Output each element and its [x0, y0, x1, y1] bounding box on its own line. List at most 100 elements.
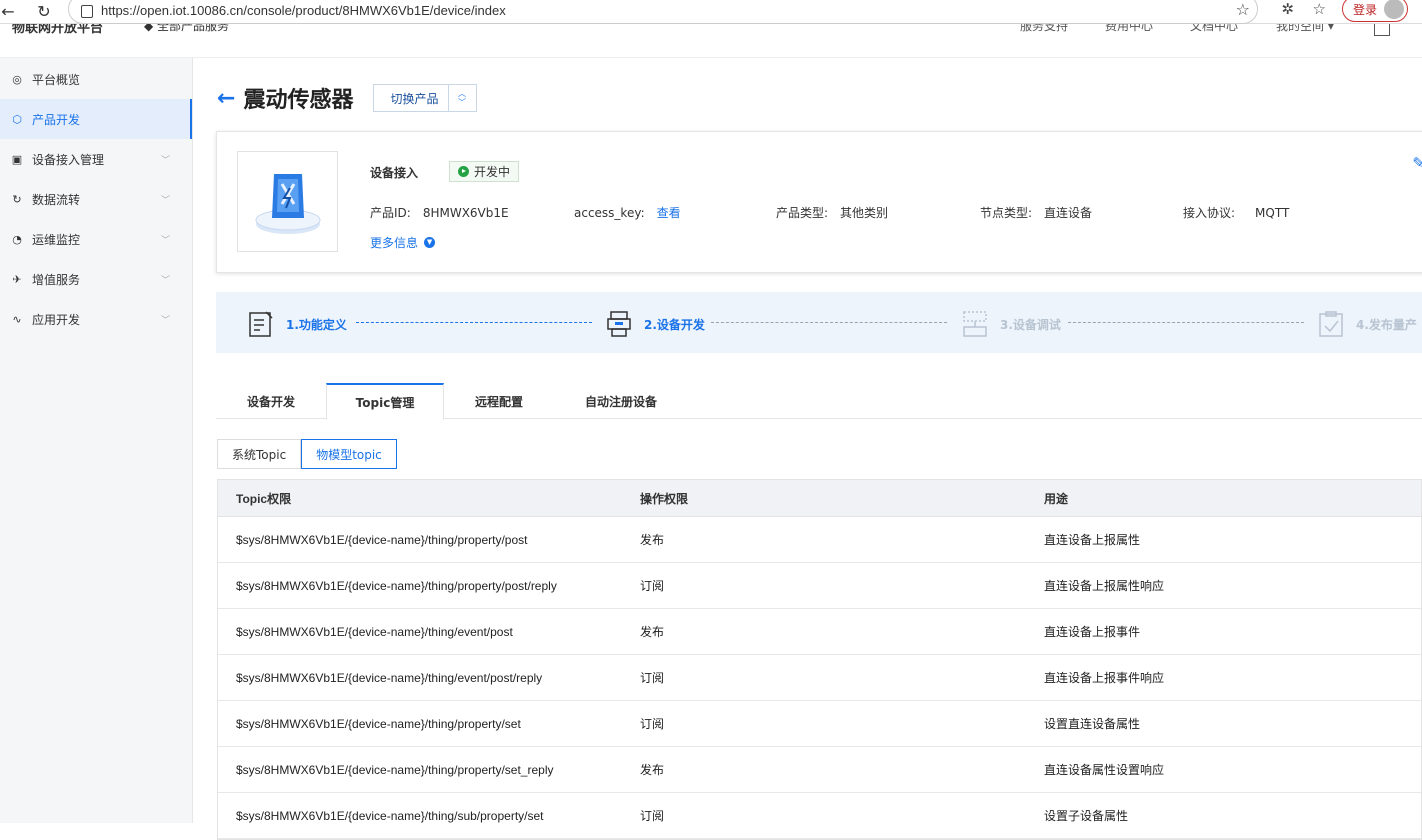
access-label: 设备接入: [370, 166, 419, 180]
favorites-icon[interactable]: ☆: [1313, 0, 1326, 18]
url-text[interactable]: https://open.iot.10086.cn/console/produc…: [101, 3, 506, 18]
topic-cell: $sys/8HMWX6Vb1E/{device-name}/thing/prop…: [236, 716, 521, 731]
table-row: $sys/8HMWX6Vb1E/{device-name}/thing/prop…: [218, 701, 1421, 747]
permission-cell: 订阅: [640, 717, 665, 731]
step-device-dev[interactable]: 2.设备开发: [606, 310, 705, 338]
table-row: $sys/8HMWX6Vb1E/{device-name}/thing/prop…: [218, 563, 1421, 609]
sidebar-item-value-added[interactable]: ✈ 增值服务 ﹀: [0, 259, 192, 299]
sidebar-item-label: 平台概览: [32, 72, 81, 87]
column-header: 用途: [1044, 491, 1069, 506]
debug-icon: [963, 311, 987, 337]
sidebar-item-label: 数据流转: [32, 192, 81, 207]
switch-product-button[interactable]: 切换产品 ︿ ﹀: [373, 84, 478, 112]
support-link[interactable]: 服务支持: [1020, 24, 1068, 34]
table-row: $sys/8HMWX6Vb1E/{device-name}/thing/sub/…: [218, 793, 1421, 839]
status-badge: 开发中: [449, 161, 520, 182]
topic-cell: $sys/8HMWX6Vb1E/{device-name}/thing/prop…: [236, 532, 528, 547]
device-dev-icon: [607, 311, 631, 337]
topic-cell: $sys/8HMWX6Vb1E/{device-name}/thing/sub/…: [236, 808, 544, 823]
site-header: 物联网开放平台 ◆ 全部产品服务 服务支持 费用中心 文档中心 我的空间 ▾: [0, 24, 1422, 58]
chevron-down-icon: ▼: [424, 237, 436, 248]
chevron-down-icon: ﹀: [160, 235, 170, 246]
page-title: 震动传感器: [243, 88, 354, 113]
step-publish[interactable]: 4.发布量产: [1318, 310, 1417, 338]
product-type-field: 产品类型: 其他类别: [776, 206, 889, 220]
column-header: 操作权限: [640, 491, 689, 506]
back-arrow-icon[interactable]: ←: [0, 0, 22, 22]
all-services-link[interactable]: ◆ 全部产品服务: [144, 24, 229, 34]
sidebar-item-ops-monitor[interactable]: ◔ 运维监控 ﹀: [0, 219, 192, 259]
sidebar-item-app-dev[interactable]: ∿ 应用开发 ﹀: [0, 299, 192, 339]
mail-icon[interactable]: [1374, 24, 1390, 36]
table-row: $sys/8HMWX6Vb1E/{device-name}/thing/prop…: [218, 517, 1421, 563]
purpose-cell: 直连设备上报属性响应: [1044, 579, 1165, 593]
subtab-bar: 系统Topic 物模型topic: [217, 439, 397, 469]
purpose-cell: 直连设备上报事件: [1044, 625, 1141, 639]
sidebar-item-data-flow[interactable]: ↻ 数据流转 ﹀: [0, 179, 192, 219]
login-button[interactable]: 登录: [1342, 0, 1408, 22]
table-row: $sys/8HMWX6Vb1E/{device-name}/thing/prop…: [218, 747, 1421, 793]
overview-icon: ◎: [12, 72, 22, 86]
tab-bar: 设备开发 Topic管理 远程配置 自动注册设备: [216, 383, 1422, 420]
main-content: ← 震动传感器 切换产品 ︿ ﹀ 设备接入 开发中 产品ID: 8HMWX6Vb1E: [193, 58, 1422, 840]
sidebar-item-label: 产品开发: [32, 112, 81, 127]
purpose-cell: 直连设备上报事件响应: [1044, 671, 1165, 685]
purpose-cell: 直连设备属性设置响应: [1044, 763, 1165, 777]
status-text: 开发中: [474, 165, 511, 179]
monitor-icon: ◔: [12, 232, 22, 246]
reload-icon[interactable]: ↻: [30, 0, 58, 22]
tab-remote-config[interactable]: 远程配置: [444, 383, 554, 419]
column-header: Topic权限: [236, 491, 292, 506]
flow-icon: ↻: [12, 192, 22, 206]
brand-logo[interactable]: 物联网开放平台: [12, 24, 103, 36]
star-icon[interactable]: ☆: [1236, 0, 1250, 19]
edit-icon[interactable]: ✎: [1412, 154, 1422, 172]
sidebar-item-label: 运维监控: [32, 232, 81, 247]
title-row: ← 震动传感器 切换产品 ︿ ﹀: [217, 82, 478, 114]
step-device-debug[interactable]: 3.设备调试: [962, 310, 1061, 338]
tab-topic-manage[interactable]: Topic管理: [326, 383, 444, 420]
sidebar-item-product-dev[interactable]: ⬡ 产品开发: [0, 99, 192, 139]
more-info-link[interactable]: 更多信息 ▼: [370, 234, 436, 251]
permission-cell: 发布: [640, 533, 665, 547]
topic-cell: $sys/8HMWX6Vb1E/{device-name}/thing/prop…: [236, 762, 554, 777]
purpose-cell: 设置直连设备属性: [1044, 717, 1141, 731]
step-function-define[interactable]: 1.功能定义: [248, 310, 347, 338]
sidebar-item-device-access[interactable]: ▣ 设备接入管理 ﹀: [0, 139, 192, 179]
purpose-cell: 设置子设备属性: [1044, 809, 1129, 823]
avatar: [1384, 0, 1404, 19]
address-bar[interactable]: https://open.iot.10086.cn/console/produc…: [68, 0, 1258, 24]
topic-cell: $sys/8HMWX6Vb1E/{device-name}/thing/prop…: [236, 578, 557, 593]
play-icon: [458, 166, 469, 177]
chevron-down-icon: ﹀: [160, 195, 170, 206]
clipboard-check-icon: [1319, 311, 1343, 337]
browser-toolbar: ← ↻ https://open.iot.10086.cn/console/pr…: [0, 0, 1422, 24]
switch-product-label: 切换产品: [390, 91, 439, 106]
extensions-icon[interactable]: ✲: [1281, 0, 1294, 18]
topic-cell: $sys/8HMWX6Vb1E/{device-name}/thing/even…: [236, 624, 513, 639]
document-edit-icon: [249, 311, 273, 337]
cube-icon: ⬡: [12, 112, 22, 126]
product-image: [237, 151, 338, 252]
access-key-field: access_key: 查看: [574, 206, 681, 220]
tab-device-dev[interactable]: 设备开发: [216, 383, 326, 419]
app-icon: ∿: [12, 312, 22, 326]
topic-cell: $sys/8HMWX6Vb1E/{device-name}/thing/even…: [236, 670, 543, 685]
step-connector: [711, 322, 947, 323]
subtab-model-topic[interactable]: 物模型topic: [301, 439, 397, 469]
sidebar-item-label: 应用开发: [32, 312, 81, 327]
purpose-cell: 直连设备上报属性: [1044, 533, 1141, 547]
device-icon: ▣: [11, 152, 23, 166]
subtab-system-topic[interactable]: 系统Topic: [217, 439, 302, 469]
back-arrow-icon[interactable]: ←: [217, 86, 235, 111]
node-type-field: 节点类型: 直连设备: [980, 206, 1093, 220]
tab-auto-register[interactable]: 自动注册设备: [554, 383, 688, 419]
my-space-link[interactable]: 我的空间 ▾: [1276, 24, 1334, 34]
docs-link[interactable]: 文档中心: [1190, 24, 1238, 34]
view-key-link[interactable]: 查看: [657, 206, 681, 220]
billing-link[interactable]: 费用中心: [1105, 24, 1153, 34]
table-row: $sys/8HMWX6Vb1E/{device-name}/thing/even…: [218, 609, 1421, 655]
chevron-down-icon: ﹀: [160, 275, 170, 286]
topic-table: Topic权限 操作权限 用途 $sys/8HMWX6Vb1E/{device-…: [217, 479, 1422, 840]
sidebar-item-overview[interactable]: ◎ 平台概览: [0, 59, 192, 99]
